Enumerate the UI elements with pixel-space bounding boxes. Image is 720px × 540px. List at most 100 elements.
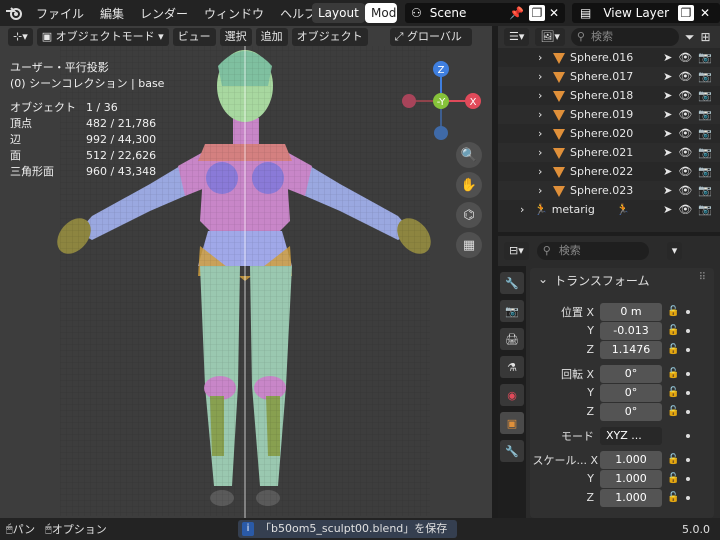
outliner-row[interactable]: › Sphere.020 ➤ 👁 📷 [498, 124, 720, 143]
keyframe-dot-icon[interactable] [686, 328, 690, 333]
keyframe-dot-icon[interactable] [686, 371, 690, 376]
outliner-row[interactable]: › Sphere.016 ➤ 👁 📷 [498, 48, 720, 67]
select-toggle-icon[interactable]: ➤ [663, 146, 672, 159]
rotation-y-field[interactable]: 0° [600, 383, 662, 402]
eye-icon[interactable]: 👁 [678, 203, 692, 216]
menu-edit[interactable]: 編集 [92, 5, 132, 22]
select-menu[interactable]: 選択 [219, 28, 252, 46]
menu-render[interactable]: レンダー [132, 5, 196, 22]
eye-icon[interactable]: 👁 [678, 70, 692, 83]
expand-arrow-icon[interactable]: › [538, 184, 552, 197]
camera-view-icon[interactable]: ⌬ [456, 202, 482, 228]
lock-icon[interactable]: 🔓 [667, 406, 679, 417]
rotation-mode-dropdown[interactable]: XYZ ... [600, 426, 662, 445]
camera-icon[interactable]: 📷 [698, 146, 712, 159]
drag-handle-icon[interactable]: ⠿ [699, 272, 706, 283]
camera-icon[interactable]: 📷 [698, 203, 712, 216]
location-z-field[interactable]: 1.1476 [600, 340, 662, 359]
rotation-z-field[interactable]: 0° [600, 402, 662, 421]
properties-options-icon[interactable]: ▾ [666, 242, 683, 260]
keyframe-dot-icon[interactable] [686, 476, 690, 481]
view-layer-selector[interactable]: ▤ View Layer ❐ ✕ [572, 3, 720, 23]
select-toggle-icon[interactable]: ➤ [663, 108, 672, 121]
transform-orientation-dropdown[interactable]: ⤢ グローバル [389, 28, 472, 46]
expand-arrow-icon[interactable]: › [538, 146, 552, 159]
camera-icon[interactable]: 📷 [698, 165, 712, 178]
outliner-row-armature[interactable]: › 🏃 metarig 🏃 ➤ 👁 📷 [498, 200, 720, 219]
output-tab-icon[interactable]: 🖨 [500, 328, 524, 350]
camera-icon[interactable]: 📷 [698, 108, 712, 121]
properties-editor-type-icon[interactable]: ⊟▾ [504, 242, 529, 260]
select-toggle-icon[interactable]: ➤ [663, 203, 672, 216]
camera-icon[interactable]: 📷 [698, 184, 712, 197]
lock-icon[interactable]: 🔓 [667, 473, 679, 484]
eye-icon[interactable]: 👁 [678, 127, 692, 140]
outliner-search-input[interactable]: ⚲ 検索 [570, 28, 679, 46]
eye-icon[interactable]: 👁 [678, 51, 692, 64]
outliner-row[interactable]: › Sphere.021 ➤ 👁 📷 [498, 143, 720, 162]
properties-search-input[interactable]: ⚲ 検索 [536, 242, 649, 260]
filter-icon[interactable]: ⏷ [685, 30, 695, 45]
lock-icon[interactable]: 🔓 [667, 387, 679, 398]
location-x-field[interactable]: 0 m [600, 302, 662, 321]
camera-icon[interactable]: 📷 [698, 127, 712, 140]
keyframe-dot-icon[interactable] [686, 409, 690, 414]
navigation-gizmo[interactable]: Z X -Y [398, 58, 484, 144]
expand-arrow-icon[interactable]: › [538, 108, 552, 121]
pin-icon[interactable]: 📌 [509, 6, 524, 20]
new-scene-icon[interactable]: ❐ [529, 5, 545, 21]
keyframe-dot-icon[interactable] [686, 309, 690, 314]
tab-modeling[interactable]: Mod [365, 3, 397, 23]
object-tab-icon[interactable]: ▣ [500, 412, 524, 434]
outliner-row[interactable]: › Sphere.019 ➤ 👁 📷 [498, 105, 720, 124]
display-mode-icon[interactable]: 🖼▾ [535, 28, 565, 46]
expand-arrow-icon[interactable]: › [538, 127, 552, 140]
add-menu[interactable]: 追加 [255, 28, 288, 46]
remove-view-layer-icon[interactable]: ✕ [700, 6, 710, 20]
scale-z-field[interactable]: 1.000 [600, 488, 662, 507]
eye-icon[interactable]: 👁 [678, 146, 692, 159]
scale-x-field[interactable]: 1.000 [600, 450, 662, 469]
select-toggle-icon[interactable]: ➤ [663, 51, 672, 64]
blender-logo-icon[interactable] [0, 5, 28, 21]
scene-tab-icon[interactable]: ⚗ [500, 356, 524, 378]
keyframe-dot-icon[interactable] [686, 495, 690, 500]
object-menu[interactable]: オブジェクト [291, 28, 368, 46]
location-y-field[interactable]: -0.013 [600, 321, 662, 340]
keyframe-dot-icon[interactable] [686, 457, 690, 462]
camera-icon[interactable]: 📷 [698, 89, 712, 102]
outliner-row[interactable]: › Sphere.017 ➤ 👁 📷 [498, 67, 720, 86]
lock-icon[interactable]: 🔓 [667, 454, 679, 465]
lock-icon[interactable]: 🔓 [667, 492, 679, 503]
grid-toggle-icon[interactable]: ▦ [456, 232, 482, 258]
outliner-row[interactable]: › Sphere.018 ➤ 👁 📷 [498, 86, 720, 105]
keyframe-dot-icon[interactable] [686, 433, 690, 438]
world-tab-icon[interactable]: ◉ [500, 384, 524, 406]
hand-pan-icon[interactable]: ✋ [456, 172, 482, 198]
menu-file[interactable]: ファイル [28, 5, 92, 22]
expand-arrow-icon[interactable]: › [520, 203, 534, 216]
rotation-x-field[interactable]: 0° [600, 364, 662, 383]
keyframe-dot-icon[interactable] [686, 347, 690, 352]
new-view-layer-icon[interactable]: ❐ [678, 5, 694, 21]
select-toggle-icon[interactable]: ➤ [663, 89, 672, 102]
lock-icon[interactable]: 🔓 [667, 368, 679, 379]
lock-icon[interactable]: 🔓 [667, 325, 679, 336]
lock-icon[interactable]: 🔓 [667, 344, 679, 355]
eye-icon[interactable]: 👁 [678, 89, 692, 102]
select-toggle-icon[interactable]: ➤ [663, 127, 672, 140]
scale-y-field[interactable]: 1.000 [600, 469, 662, 488]
scene-selector[interactable]: ⚇ Scene 📌 ❐ ✕ [405, 3, 565, 23]
expand-arrow-icon[interactable]: › [538, 51, 552, 64]
eye-icon[interactable]: 👁 [678, 108, 692, 121]
remove-scene-icon[interactable]: ✕ [549, 6, 559, 20]
select-toggle-icon[interactable]: ➤ [663, 165, 672, 178]
modifier-tab-icon[interactable]: 🔧 [500, 440, 524, 462]
select-toggle-icon[interactable]: ➤ [663, 184, 672, 197]
expand-arrow-icon[interactable]: › [538, 89, 552, 102]
camera-icon[interactable]: 📷 [698, 51, 712, 64]
render-tab-icon[interactable]: 📷 [500, 300, 524, 322]
zoom-icon[interactable]: 🔍 [456, 142, 482, 168]
outliner-row[interactable]: › Sphere.022 ➤ 👁 📷 [498, 162, 720, 181]
tab-layout[interactable]: Layout [312, 3, 365, 23]
